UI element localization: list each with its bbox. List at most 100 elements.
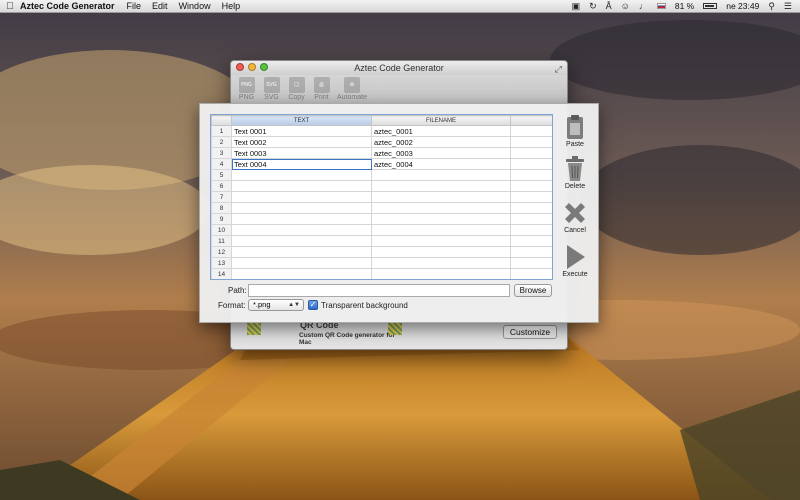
filename-cell[interactable] [371,257,511,269]
toolbar-png-button[interactable]: PNG PNG [235,75,258,104]
text-cell[interactable] [231,180,372,192]
text-cell[interactable] [231,169,372,181]
filename-cell[interactable]: aztec_0001 [371,125,511,137]
table-row[interactable]: 13 [211,257,552,269]
svg-icon: SVG [263,77,280,93]
data-grid[interactable]: TEXT FILENAME 1 Text 0001 aztec_0001 2 Text … [210,114,553,280]
clock[interactable]: ne 23:49 [726,1,759,11]
filename-cell[interactable] [371,180,511,192]
close-window-icon[interactable] [236,63,244,71]
filename-cell[interactable] [371,169,511,181]
execute-button[interactable]: Execute [560,244,590,278]
column-header-filename[interactable]: FILENAME [371,115,511,126]
toolbar-copy-button[interactable]: ❏ Copy [285,75,308,104]
battery-icon[interactable] [703,3,718,9]
filename-cell[interactable]: aztec_0004 [371,158,511,170]
filename-cell[interactable]: aztec_0002 [371,136,511,148]
table-row[interactable]: 12 [211,246,552,258]
menu-edit[interactable]: Edit [152,1,168,11]
filename-cell[interactable] [371,202,511,214]
empty-cell[interactable] [510,202,552,214]
table-row[interactable]: 10 [211,224,552,236]
text-cell[interactable] [231,213,372,225]
menu-window[interactable]: Window [179,1,211,11]
table-row[interactable]: 8 [211,202,552,214]
empty-cell[interactable] [510,125,552,137]
empty-cell[interactable] [510,224,552,236]
menu-app-name[interactable]: Aztec Code Generator [20,1,115,11]
filename-cell[interactable] [371,213,511,225]
text-cell[interactable] [231,191,372,203]
timemachine-icon[interactable]: ↻ [589,1,597,12]
format-select[interactable]: *.png ▲▼ [248,299,304,311]
empty-cell[interactable] [510,235,552,247]
text-cell[interactable] [231,257,372,269]
bluetooth-icon[interactable]: Å [606,1,612,11]
window-title: Aztec Code Generator [354,63,444,73]
customize-button[interactable]: Customize [503,325,557,339]
transparent-background-label[interactable]: Transparent background [321,301,408,310]
table-row[interactable]: 6 [211,180,552,192]
table-row[interactable]: 3 Text 0003 aztec_0003 [211,147,552,159]
table-row[interactable]: 9 [211,213,552,225]
empty-cell[interactable] [510,158,552,170]
toolbar-automate-button[interactable]: ⚙ Automate [335,75,369,104]
text-cell[interactable] [231,224,372,236]
cancel-button[interactable]: Cancel [560,200,590,234]
minimize-window-icon[interactable] [248,63,256,71]
table-row[interactable]: 1 Text 0001 aztec_0001 [211,125,552,137]
battery-percent[interactable]: 81 % [675,1,694,11]
text-cell[interactable]: Text 0004 [231,158,372,170]
text-cell[interactable] [231,246,372,258]
empty-cell[interactable] [510,268,552,279]
notification-center-icon[interactable]: ☰ [784,1,792,12]
filename-cell[interactable] [371,268,511,279]
toolbar-print-button[interactable]: ⎙ Print [310,75,333,104]
toolbar-copy-label: Copy [288,94,305,101]
filename-cell[interactable] [371,235,511,247]
table-row[interactable]: 4 Text 0004 aztec_0004 [211,158,552,170]
table-row[interactable]: 2 Text 0002 aztec_0002 [211,136,552,148]
empty-cell[interactable] [510,136,552,148]
text-cell[interactable] [231,202,372,214]
path-input[interactable] [248,284,510,297]
text-cell[interactable] [231,235,372,247]
text-cell[interactable]: Text 0001 [231,125,372,137]
empty-cell[interactable] [510,147,552,159]
display-icon[interactable]: ▣ [572,1,581,12]
wifi-icon[interactable]: ☺ [621,1,630,11]
text-cell[interactable]: Text 0003 [231,147,372,159]
table-row[interactable]: 11 [211,235,552,247]
empty-cell[interactable] [510,213,552,225]
apple-menu-icon[interactable]:  [0,1,20,12]
input-source-flag-icon[interactable] [656,3,666,9]
filename-cell[interactable] [371,224,511,236]
table-row[interactable]: 5 [211,169,552,181]
empty-cell[interactable] [510,246,552,258]
filename-cell[interactable]: aztec_0003 [371,147,511,159]
empty-cell[interactable] [510,169,552,181]
filename-cell[interactable] [371,191,511,203]
volume-icon[interactable]: ♩ [639,1,648,11]
paste-button[interactable]: Paste [560,114,590,148]
delete-button[interactable]: Delete [560,156,590,190]
empty-cell[interactable] [510,191,552,203]
window-titlebar[interactable]: Aztec Code Generator ⤢ [231,61,567,75]
menu-file[interactable]: File [127,1,142,11]
browse-button[interactable]: Browse [514,284,552,297]
empty-cell[interactable] [510,257,552,269]
fullscreen-icon[interactable]: ⤢ [555,62,562,76]
empty-cell[interactable] [510,180,552,192]
toolbar-svg-button[interactable]: SVG SVG [260,75,283,104]
table-row[interactable]: 7 [211,191,552,203]
qr-code-ad-banner[interactable]: QR Code Custom QR Code generator for Mac [245,320,405,346]
text-cell[interactable] [231,268,372,279]
zoom-window-icon[interactable] [260,63,268,71]
column-header-text[interactable]: TEXT [231,115,372,126]
menu-help[interactable]: Help [222,1,241,11]
filename-cell[interactable] [371,246,511,258]
spotlight-icon[interactable]: ⚲ [768,1,775,12]
text-cell[interactable]: Text 0002 [231,136,372,148]
transparent-background-checkbox[interactable]: ✓ [308,300,318,310]
table-row[interactable]: 14 [211,268,552,279]
